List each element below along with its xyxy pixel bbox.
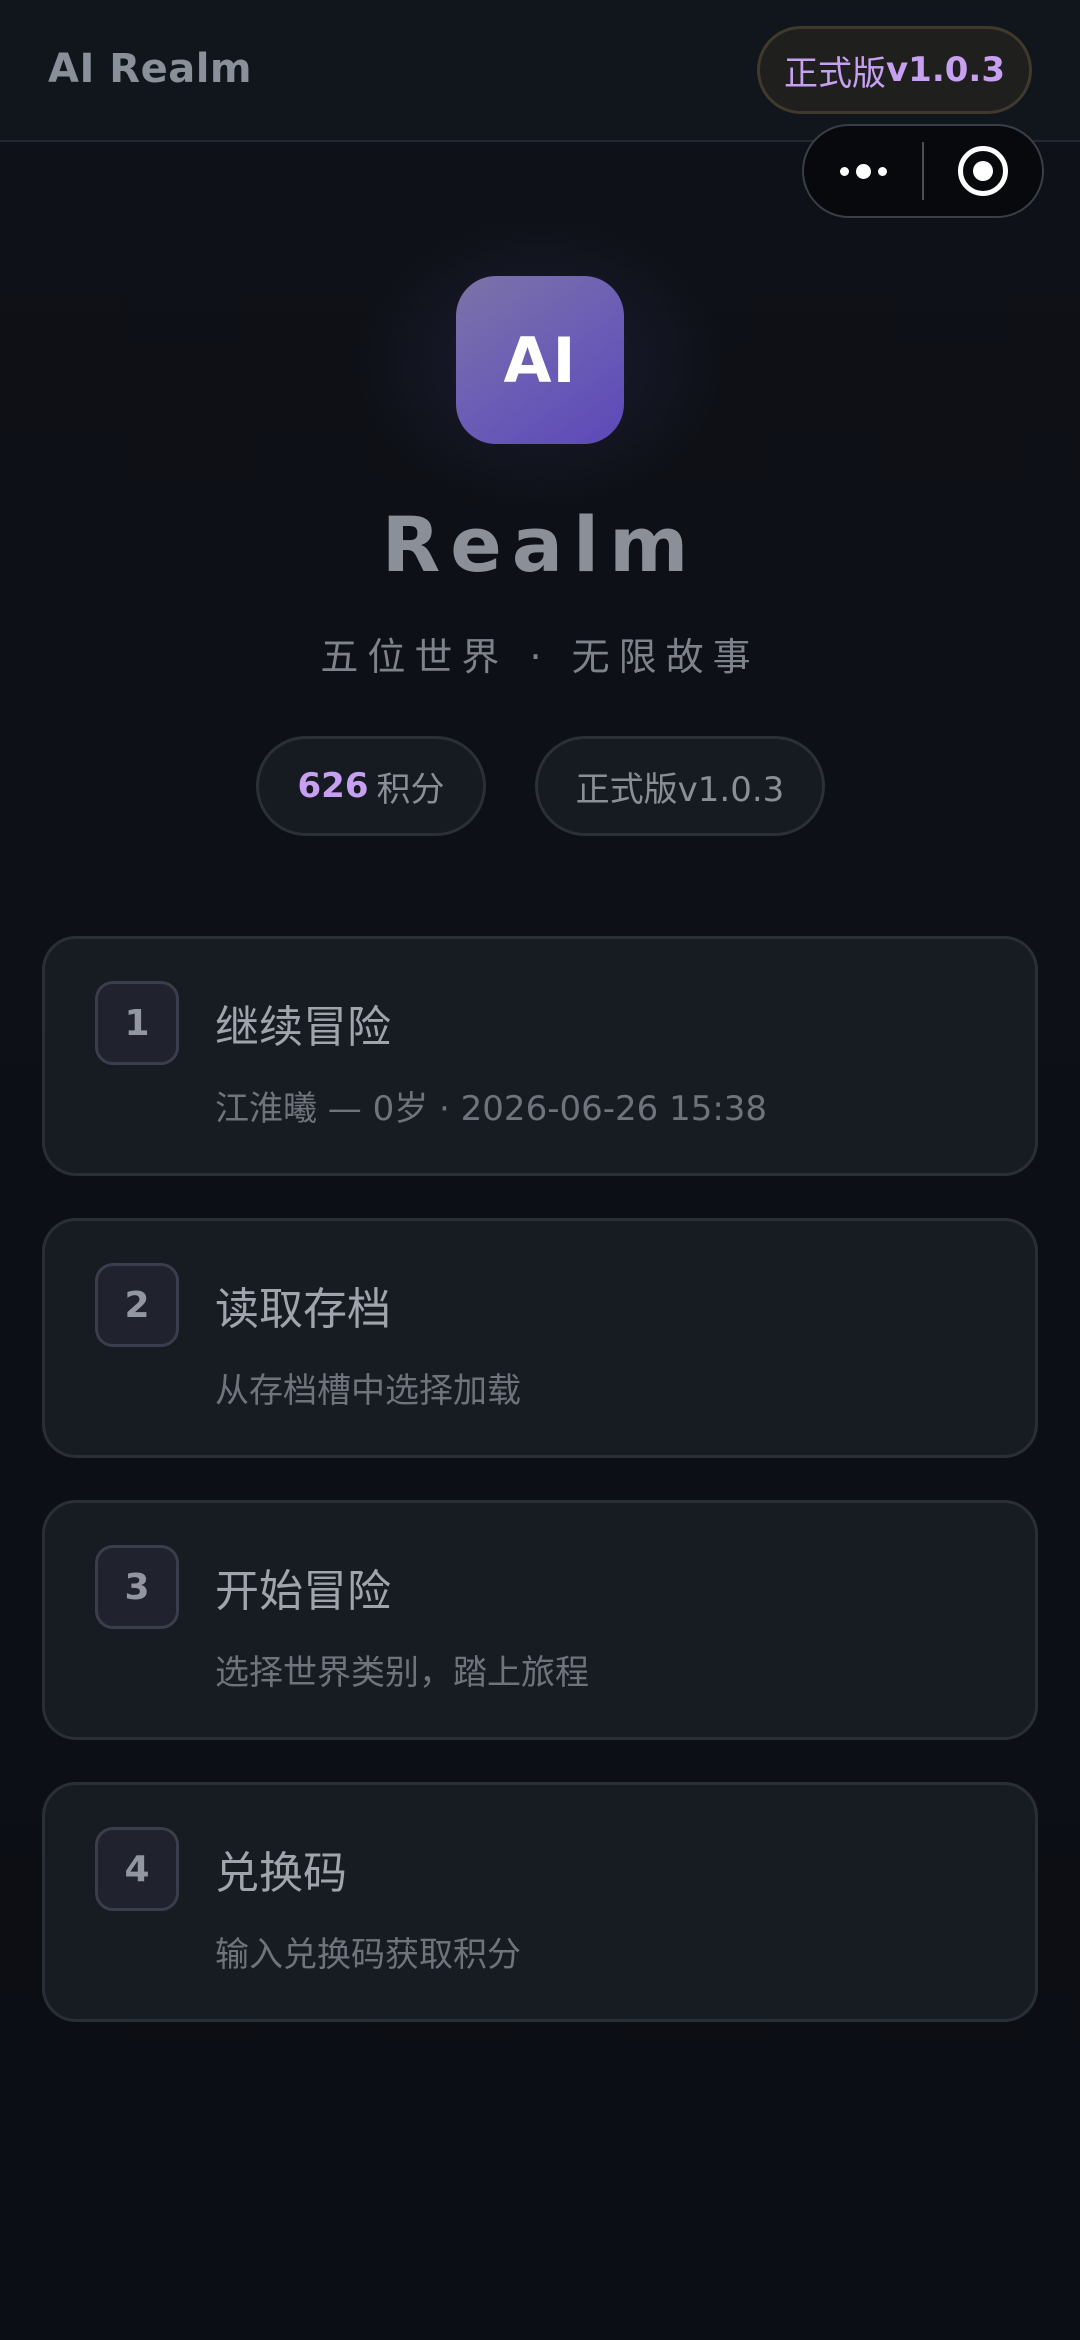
menu-item-title: 继续冒险 <box>215 1002 391 1053</box>
menu-item-start-adventure[interactable]: 3 开始冒险 选择世界类别，踏上旅程 <box>42 1500 1038 1740</box>
target-circle-icon <box>957 146 1008 196</box>
mini-program-capsule <box>802 124 1044 218</box>
menu-number-badge: 1 <box>95 981 179 1065</box>
tagline: 五位世界 · 无限故事 <box>320 635 760 679</box>
menu-item-continue-adventure[interactable]: 1 继续冒险 江淮曦 — 0岁 · 2026-06-26 15:38 <box>42 936 1038 1176</box>
version-pill: 正式版v1.0.3 <box>535 736 825 836</box>
app-page: AI Realm 正式版 v1.0.3 AI Realm 五位世界 · 无限故事 … <box>0 0 1080 2340</box>
menu-item-title: 开始冒险 <box>215 1566 391 1617</box>
version-prefix: 正式版 <box>784 53 887 94</box>
menu-number-badge: 3 <box>95 1545 179 1629</box>
points-badge[interactable]: 626 积分 <box>256 736 486 836</box>
menu-item-load-save[interactable]: 2 读取存档 从存档槽中选择加载 <box>42 1218 1038 1458</box>
menu-item-title: 兑换码 <box>215 1848 347 1899</box>
app-logo: AI <box>456 276 624 444</box>
menu-item-title: 读取存档 <box>215 1284 391 1335</box>
points-label: 积分 <box>376 769 445 810</box>
points-value: 626 <box>297 766 369 806</box>
menu-number-badge: 4 <box>95 1827 179 1911</box>
menu-item-subtitle: 江淮曦 — 0岁 · 2026-06-26 15:38 <box>215 1089 768 1129</box>
more-button[interactable] <box>804 126 922 216</box>
menu-item-redeem-code[interactable]: 4 兑换码 输入兑换码获取积分 <box>42 1782 1038 2022</box>
version-label: 正式版v1.0.3 <box>575 769 785 810</box>
brand-title: Realm <box>381 500 699 589</box>
version-badge[interactable]: 正式版 v1.0.3 <box>757 26 1032 114</box>
app-title: AI Realm <box>48 46 253 92</box>
version-number: v1.0.3 <box>886 50 1005 90</box>
more-dots-icon <box>839 163 887 179</box>
menu-number-badge: 2 <box>95 1263 179 1347</box>
menu-item-subtitle: 从存档槽中选择加载 <box>215 1371 521 1411</box>
top-bar: AI Realm 正式版 v1.0.3 <box>0 0 1080 142</box>
menu-item-subtitle: 输入兑换码获取积分 <box>215 1935 521 1975</box>
close-button[interactable] <box>924 126 1042 216</box>
menu-item-subtitle: 选择世界类别，踏上旅程 <box>215 1653 589 1693</box>
